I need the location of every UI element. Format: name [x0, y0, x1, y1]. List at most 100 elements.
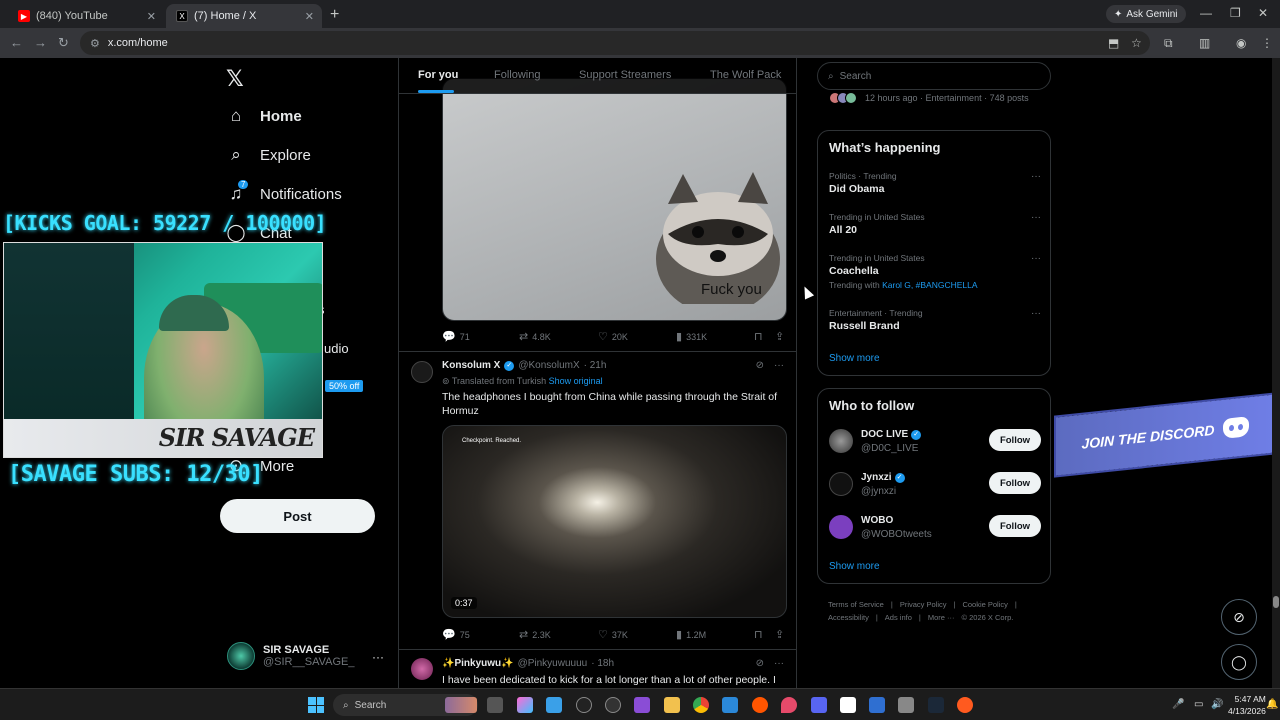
share-action[interactable]: ⇪: [775, 628, 784, 641]
footer-link[interactable]: Accessibility: [828, 613, 869, 622]
more-horizontal-icon[interactable]: ···: [372, 650, 384, 664]
more-horizontal-icon[interactable]: ···: [774, 658, 784, 669]
follow-button[interactable]: Follow: [989, 515, 1041, 537]
firefox-icon[interactable]: [957, 697, 973, 713]
task-view-icon[interactable]: [487, 697, 503, 713]
repost-action[interactable]: ⇄ 4.8K: [519, 330, 551, 343]
account-switcher[interactable]: SIR SAVAGE @SIR__SAVAGE_: [227, 642, 354, 670]
bookmark-action[interactable]: ⊓: [754, 628, 763, 641]
search-input[interactable]: ⌕ Search: [817, 62, 1051, 90]
follow-button[interactable]: Follow: [989, 429, 1041, 451]
trend-with-tags[interactable]: Karol G, #BANGCHELLA: [882, 280, 977, 290]
photos-app-icon[interactable]: [722, 697, 738, 713]
follow-suggestion[interactable]: Jynxzi ✓ @jynxzi Follow: [829, 470, 1041, 502]
views-action[interactable]: ▮ 1.2M: [676, 628, 706, 641]
show-more-link[interactable]: Show more: [829, 353, 880, 364]
bookmark-star-icon[interactable]: ☆: [1131, 36, 1142, 50]
copilot-icon[interactable]: [517, 697, 533, 713]
nav-explore[interactable]: ⌕ Explore: [226, 145, 311, 165]
maps-pin-icon[interactable]: [781, 697, 797, 713]
site-info-icon[interactable]: ⚙: [90, 37, 100, 50]
reload-icon[interactable]: ↻: [58, 35, 69, 51]
bookmark-action[interactable]: ⊓: [754, 330, 763, 343]
close-tab-icon[interactable]: ✕: [147, 10, 156, 23]
extensions-icon[interactable]: ⧉: [1164, 36, 1173, 51]
calculator-icon[interactable]: [898, 697, 914, 713]
share-action[interactable]: ⇪: [775, 330, 784, 343]
tab-x-home[interactable]: X (7) Home / X ✕: [166, 4, 322, 28]
author-name[interactable]: Konsolum X: [442, 360, 500, 371]
media-app-icon[interactable]: [576, 697, 592, 713]
side-panel-icon[interactable]: ▥: [1199, 36, 1210, 50]
post-time[interactable]: · 18h: [591, 658, 614, 669]
more-horizontal-icon[interactable]: ···: [1031, 212, 1041, 223]
menu-icon[interactable]: ⋮: [1261, 36, 1273, 50]
scrollbar-thumb[interactable]: [1273, 596, 1279, 608]
like-action[interactable]: ♡ 20K: [598, 330, 628, 343]
trending-story-meta[interactable]: 12 hours ago · Entertainment · 748 posts: [829, 92, 1029, 104]
discord-taskbar-icon[interactable]: [811, 697, 827, 713]
follow-button[interactable]: Follow: [989, 472, 1041, 494]
file-explorer-icon[interactable]: [664, 697, 680, 713]
post-image-raccoon[interactable]: Fuck you: [442, 78, 787, 321]
chrome-icon[interactable]: [693, 697, 709, 713]
views-action[interactable]: ▮ 331K: [676, 330, 707, 343]
post-time[interactable]: · 21h: [584, 360, 607, 371]
trend-item[interactable]: Trending in United States All 20 ···: [829, 212, 1041, 236]
app-grid-icon[interactable]: [634, 697, 650, 713]
mic-icon[interactable]: 🎤: [1172, 699, 1184, 710]
system-app-icon[interactable]: [869, 697, 885, 713]
volume-icon[interactable]: 🔊: [1211, 699, 1223, 710]
taskbar-clock[interactable]: 5:47 AM 4/13/2026: [1228, 693, 1266, 717]
omnibox[interactable]: ⚙ x.com/home: [80, 31, 1150, 55]
post-video[interactable]: Checkpoint. Reached. 0:37: [442, 425, 787, 618]
reply-action[interactable]: 💬 75: [442, 628, 470, 641]
back-icon[interactable]: ←: [10, 35, 23, 50]
show-original-link[interactable]: Show original: [549, 376, 603, 386]
footer-link[interactable]: Terms of Service: [828, 600, 884, 609]
profile-icon[interactable]: ◉: [1236, 36, 1246, 50]
footer-link[interactable]: Ads info: [885, 613, 912, 622]
tab-the-wolf-pack[interactable]: The Wolf Pack: [710, 69, 781, 81]
new-tab-icon[interactable]: +: [330, 6, 339, 24]
steam-icon[interactable]: [928, 697, 944, 713]
search-highlight-icon[interactable]: [445, 697, 477, 713]
install-app-icon[interactable]: ⬒: [1108, 36, 1119, 50]
notification-bell-icon[interactable]: 🔔: [1266, 699, 1278, 710]
avatar[interactable]: [411, 658, 433, 680]
minimize-icon[interactable]: —: [1200, 6, 1212, 20]
desktop-app-icon[interactable]: [546, 697, 562, 713]
trend-item[interactable]: Entertainment · Trending Russell Brand ·…: [829, 308, 1041, 332]
grok-floating-button[interactable]: ⊘: [1221, 599, 1257, 635]
restore-icon[interactable]: ❐: [1230, 6, 1241, 20]
messages-floating-button[interactable]: ◯: [1221, 644, 1257, 680]
follow-suggestion[interactable]: WOBO @WOBOtweets Follow: [829, 513, 1041, 545]
windows-start-icon[interactable]: [308, 697, 324, 713]
obs-icon[interactable]: [605, 697, 621, 713]
footer-link[interactable]: Cookie Policy: [962, 600, 1007, 609]
author-name[interactable]: ✨Pinkyuwu✨: [442, 658, 514, 669]
capcut-icon[interactable]: [840, 697, 856, 713]
tab-for-you[interactable]: For you: [418, 69, 458, 81]
grok-icon[interactable]: ⊘: [756, 658, 764, 669]
soundcloud-icon[interactable]: [752, 697, 768, 713]
more-horizontal-icon[interactable]: ···: [1031, 171, 1041, 182]
network-icon[interactable]: ▭: [1194, 699, 1203, 710]
reply-action[interactable]: 💬 71: [442, 330, 470, 343]
ask-gemini-button[interactable]: ✦ Ask Gemini: [1106, 5, 1186, 23]
forward-icon[interactable]: →: [34, 35, 47, 50]
nav-notifications[interactable]: ♫ 7 Notifications: [226, 180, 342, 204]
tab-youtube[interactable]: ▶ (840) YouTube ✕: [8, 4, 164, 28]
more-horizontal-icon[interactable]: ···: [1031, 308, 1041, 319]
show-more-link[interactable]: Show more: [829, 561, 880, 572]
close-window-icon[interactable]: ✕: [1258, 6, 1268, 20]
follow-suggestion[interactable]: DOC LIVE ✓ @D0C_LIVE Follow: [829, 427, 1041, 459]
footer-link[interactable]: More ···: [928, 613, 955, 622]
tab-following[interactable]: Following: [494, 69, 540, 81]
like-action[interactable]: ♡ 37K: [598, 628, 628, 641]
post-button[interactable]: Post: [220, 499, 375, 533]
nav-home[interactable]: ⌂ Home: [226, 106, 302, 126]
trend-item[interactable]: Trending in United States Coachella Tren…: [829, 253, 1041, 290]
close-tab-icon[interactable]: ✕: [305, 10, 314, 23]
avatar[interactable]: [411, 361, 433, 383]
